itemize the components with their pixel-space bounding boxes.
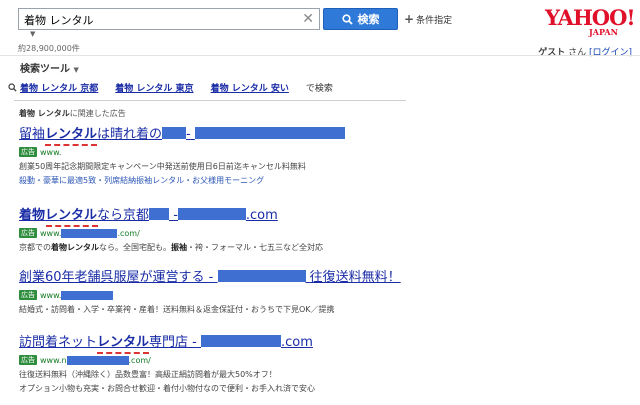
search-tools-label: 検索ツール <box>20 64 70 75</box>
ad-description-text: ・袴・フォーマル・七五三など全対応 <box>187 243 323 252</box>
redaction-mask <box>149 208 170 220</box>
redaction-mask <box>194 127 345 139</box>
search-input[interactable] <box>24 12 294 27</box>
redaction-mask <box>162 127 187 139</box>
search-button-label: 検索 <box>357 13 380 26</box>
ad-title-text: .com <box>281 335 313 350</box>
ad-url-text: www. <box>40 147 62 157</box>
ad-title-text: は晴れ着の <box>97 127 163 142</box>
ad-title-text: なら京都 <box>97 208 150 223</box>
ad-url-text: .com/ <box>117 228 140 238</box>
ad-description-keyword: 着物レンタル <box>51 243 99 252</box>
user-honorific: さん <box>568 48 587 58</box>
ad-description-keyword: 振袖 <box>171 243 187 252</box>
ad-description: オプション小物も充実・お問合せ歓迎・着付小物付なので便利・お手入れ済で安心 <box>19 384 315 393</box>
ad-description: 創業50周年記念期間限定キャンペーン中発送前使用日6日前迄キャンセル料無料 <box>19 162 306 171</box>
ad-title-text: 留袖 <box>19 127 46 142</box>
search-tools-toggle[interactable]: 検索ツール ▼ <box>20 60 79 75</box>
clear-icon[interactable]: ✕ <box>302 10 314 28</box>
ad-title-text: 往復送料無料！ <box>309 270 401 285</box>
ad-description: 京都での着物レンタルなら。全国宅配も。振袖・袴・フォーマル・七五三など全対応 <box>19 241 323 255</box>
results-divider <box>14 100 406 101</box>
advanced-search-link[interactable]: + 条件指定 <box>404 12 452 26</box>
ad-badge: 広告 <box>19 228 37 238</box>
related-search-suffix: で検索 <box>305 84 333 94</box>
ad-title-link[interactable]: 留袖レンタルは晴れ着の - <box>19 127 345 143</box>
ad-url-text: www. <box>40 228 62 238</box>
ad-title-link[interactable]: 創業60年老舗呉服屋が運営する - 往復送料無料！ <box>19 270 401 286</box>
ad-result: 創業60年老舗呉服屋が運営する - 往復送料無料！ 広告 www. 結婚式・訪問着… <box>19 270 401 317</box>
user-name: ゲスト <box>538 48 566 58</box>
ad-title-keyword: レンタル <box>45 208 98 223</box>
annotation-underline <box>97 352 149 354</box>
related-searches: 着物 レンタル 京都 着物 レンタル 東京 着物 レンタル 安い で検索 <box>8 81 333 94</box>
ad-description-text: 京都での <box>19 243 51 252</box>
redaction-mask <box>61 290 114 300</box>
search-icon <box>8 83 17 92</box>
redaction-mask <box>217 270 306 282</box>
annotation-underline <box>46 225 98 227</box>
related-search-link[interactable]: 着物 レンタル 東京 <box>115 81 193 94</box>
ad-description: 結婚式・訪問着・入学・卒業袴・産着！送料無料＆返金保証付・おうちで下見OK／提携 <box>19 305 335 314</box>
related-search-link[interactable]: 着物 レンタル 京都 <box>20 81 98 94</box>
ad-title-text: - <box>186 127 191 142</box>
ad-result: 訪問着ネットレンタル専門店 - .com 広告 www.n .com/ 往復送料無料… <box>19 335 315 396</box>
header-divider <box>0 55 640 56</box>
user-status: ゲスト さん [ログイン] <box>538 45 632 58</box>
ad-title-text: 訪問着ネット <box>19 335 98 350</box>
ad-url[interactable]: 広告 www. <box>19 147 345 157</box>
ad-description: 往復送料無料（沖縄除く）品数豊富！高級正絹訪問着が最大50%オフ！ <box>19 370 277 379</box>
chevron-down-icon: ▼ <box>73 66 79 74</box>
ad-url[interactable]: 広告 www.n .com/ <box>19 355 315 365</box>
related-search-link[interactable]: 着物 レンタル 安い <box>211 81 289 94</box>
ads-header: 着物 レンタルに関連した広告 <box>19 108 126 119</box>
ad-badge: 広告 <box>19 147 37 157</box>
redaction-mask <box>66 355 129 365</box>
redaction-mask <box>61 228 118 238</box>
ad-title-keyword: 着物 <box>19 208 46 223</box>
ad-result: 留袖レンタルは晴れ着の - 広告 www. 創業50周年記念期間限定キャンペーン中発… <box>19 127 345 188</box>
search-icon <box>341 13 353 25</box>
ad-url[interactable]: 広告 www. <box>19 290 401 300</box>
ads-header-keyword: 着物 レンタル <box>19 109 70 118</box>
search-box[interactable]: ✕ <box>18 8 320 30</box>
plus-icon: + <box>404 12 415 26</box>
ad-badge: 広告 <box>19 355 37 365</box>
annotation-underline <box>45 144 97 146</box>
ad-title-keyword: レンタル <box>97 335 150 350</box>
search-dropdown-icon[interactable]: ▼ <box>30 30 35 38</box>
redaction-mask <box>201 335 281 347</box>
ad-title-text: .com <box>245 208 278 223</box>
logo-sub-text: JAPAN <box>589 27 618 37</box>
redaction-mask <box>177 208 246 220</box>
ad-url-text: .com/ <box>128 355 151 365</box>
ad-title-link[interactable]: 着物レンタルなら京都 - .com <box>19 208 323 224</box>
result-count: 約28,900,000件 <box>18 44 80 53</box>
ad-title-keyword: レンタル <box>45 127 98 142</box>
yahoo-logo[interactable]: YAHOO! JAPAN <box>545 5 636 37</box>
ads-header-suffix: に関連した広告 <box>69 109 126 118</box>
ad-badge: 広告 <box>19 290 37 300</box>
ad-title-text: 専門店 - <box>149 335 197 350</box>
ad-sitelinks[interactable]: 殺動・豪華に最適5致・列席結納振袖レンタル・お父様用モーニング <box>19 174 345 188</box>
ad-url-text: www.n <box>40 355 67 365</box>
ad-url[interactable]: 広告 www. .com/ <box>19 228 323 238</box>
login-link[interactable]: [ログイン] <box>589 48 632 58</box>
ad-description-text: なら。全国宅配も。 <box>99 243 171 252</box>
search-button[interactable]: 検索 <box>323 8 398 30</box>
ad-result: 着物レンタルなら京都 - .com 広告 www. .com/ 京都での着物レンタルな… <box>19 208 323 255</box>
ad-url-text: www. <box>40 290 62 300</box>
ad-title-text: 創業60年老舗呉服屋が運営する - <box>19 270 214 285</box>
advanced-search-label: 条件指定 <box>416 15 453 26</box>
ad-title-link[interactable]: 訪問着ネットレンタル専門店 - .com <box>19 335 315 351</box>
logo-main-text: YAHOO! <box>545 5 636 30</box>
